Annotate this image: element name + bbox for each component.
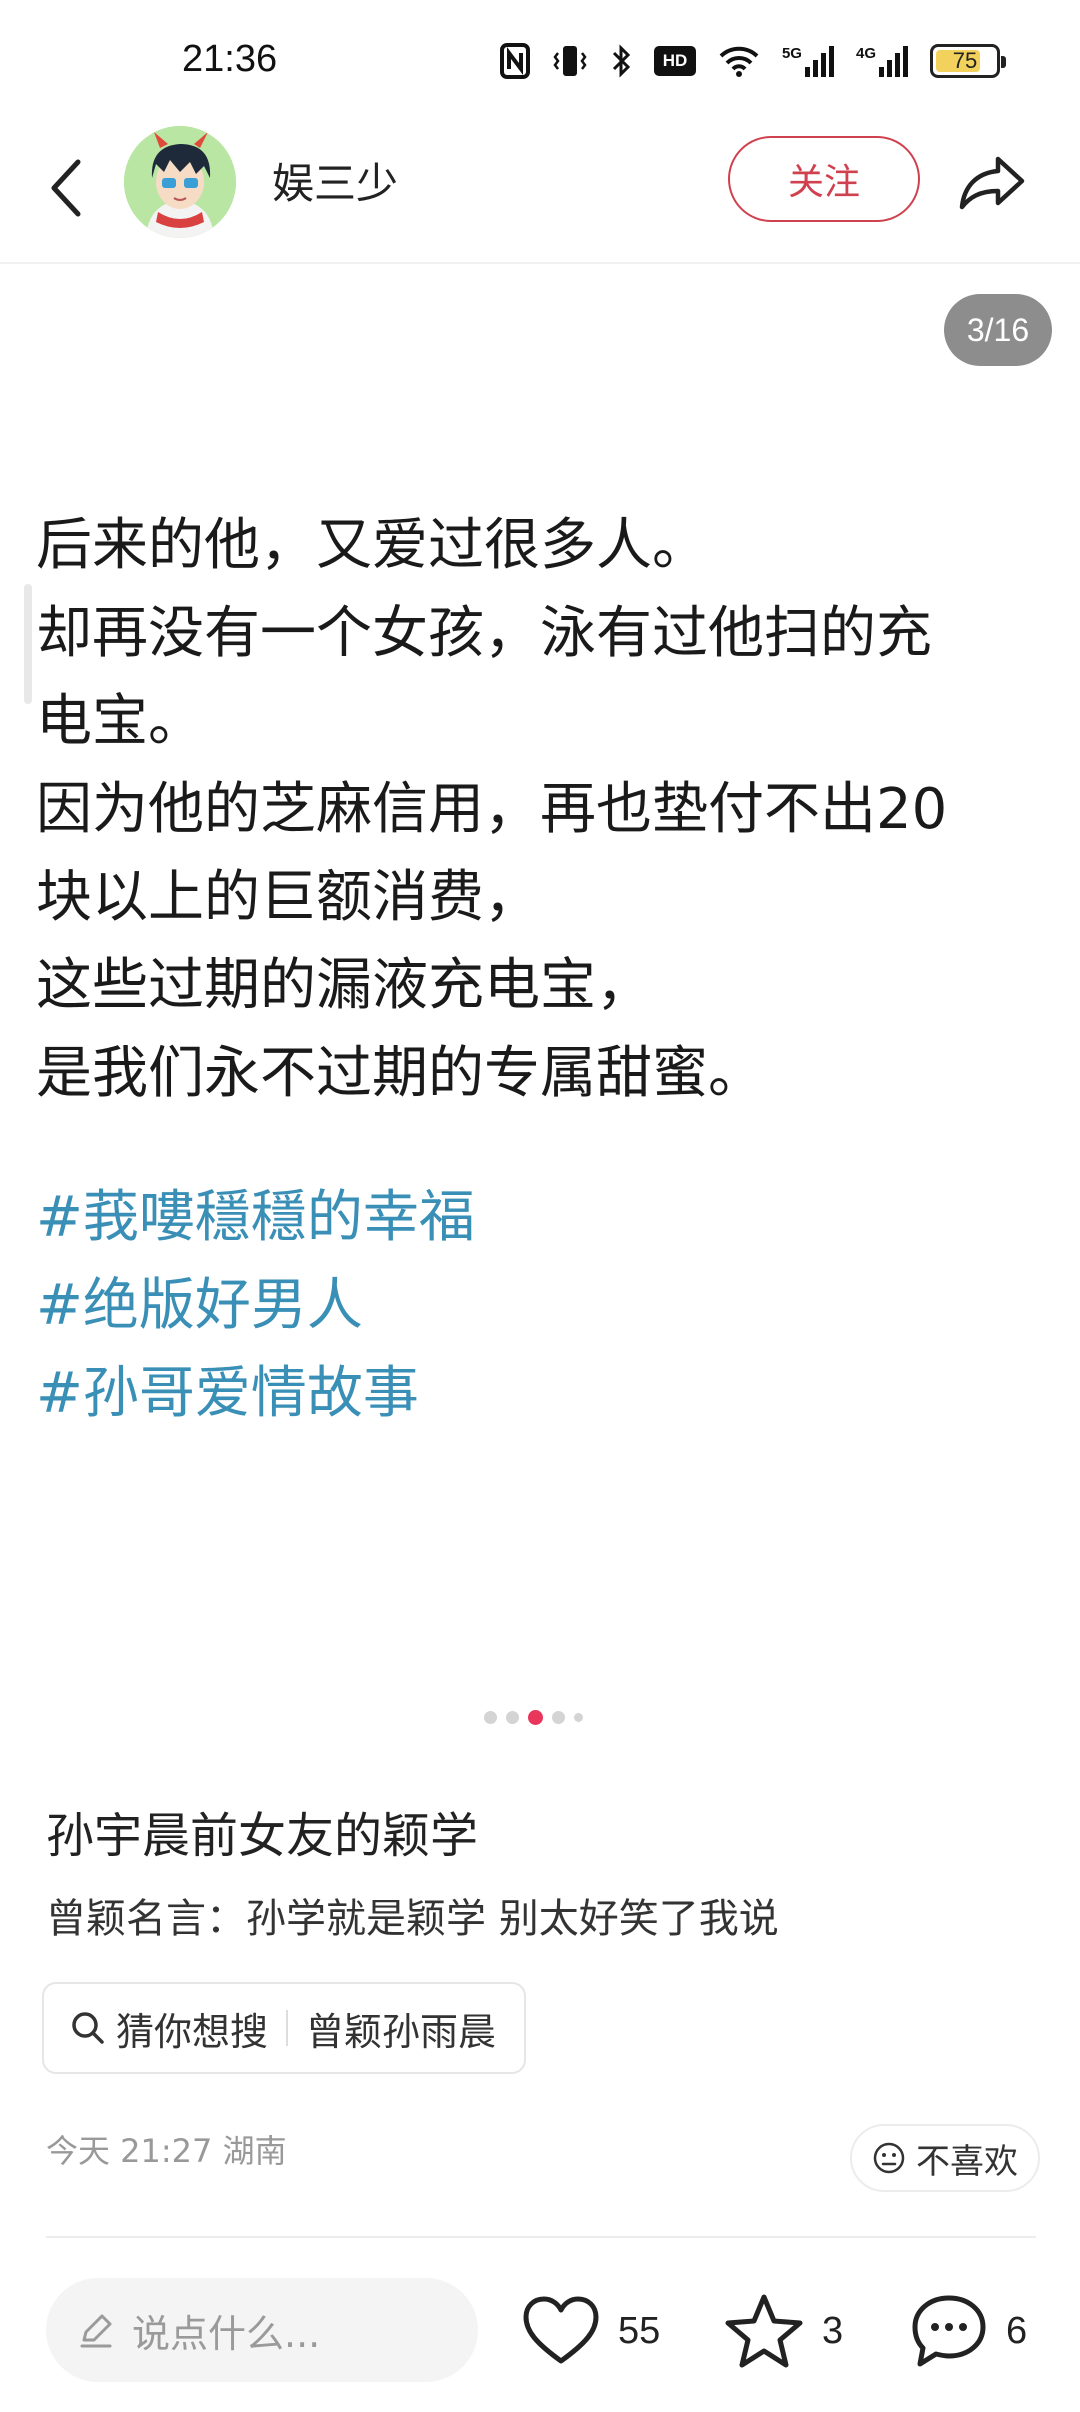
suggested-search-chip[interactable]: 猜你想搜 曾颖孙雨晨 <box>42 1982 527 2074</box>
vibrate-icon <box>552 43 588 79</box>
post-image-text: 后来的他，又爱过很多人。 却再没有一个女孩，泳有过他扫的充 电宝。 因为他的芝麻… <box>36 502 1046 1118</box>
back-button[interactable] <box>36 148 96 228</box>
like-button[interactable]: 55 <box>522 2286 660 2376</box>
text-line: 后来的他，又爱过很多人。 <box>36 513 708 578</box>
search-icon <box>72 2012 104 2044</box>
status-icons: HD 5G 4G 75 <box>499 40 1006 82</box>
post-title: 孙宇晨前女友的颖学 <box>46 1808 479 1864</box>
text-line: 因为他的芝麻信用，再也垫付不出20 <box>36 777 948 842</box>
chevron-left-icon <box>51 159 81 217</box>
previous-image-edge <box>24 584 32 704</box>
post-description: 曾颖名言：孙学就是颖学 别太好笑了我说 <box>46 1896 779 1942</box>
heart-icon <box>523 2296 599 2364</box>
hashtag: #绝版好男人 <box>36 1273 363 1338</box>
follow-button[interactable]: 关注 <box>728 136 920 222</box>
network-5g-label: 5G <box>781 45 802 62</box>
star-icon <box>725 2294 803 2368</box>
share-button[interactable] <box>952 142 1032 222</box>
neutral-face-icon <box>873 2142 905 2174</box>
battery-level: 75 <box>952 48 978 73</box>
signal-4g-icon: 4G <box>856 45 908 77</box>
carousel-indicator <box>484 1710 583 1725</box>
carousel-dot <box>484 1711 497 1724</box>
collect-button[interactable]: 3 <box>724 2286 843 2376</box>
chip-divider <box>286 2010 289 2046</box>
text-line: 是我们永不过期的专属甜蜜。 <box>36 1041 764 1106</box>
post-meta: 今天 21:27 湖南 <box>46 2132 287 2170</box>
post-header: 娱三少 关注 <box>0 120 1080 264</box>
hashtag: #孙哥爱情故事 <box>36 1361 419 1426</box>
hd-icon: HD <box>653 46 696 76</box>
battery-icon: 75 <box>930 44 1006 78</box>
dislike-button[interactable]: 不喜欢 <box>850 2124 1040 2192</box>
page-counter: 3/16 <box>944 294 1052 366</box>
network-4g-label: 4G <box>855 45 876 62</box>
comments-button[interactable]: 6 <box>910 2286 1027 2376</box>
status-bar: 21:36 HD 5G 4G 75 <box>0 0 1080 120</box>
username[interactable]: 娱三少 <box>272 150 398 211</box>
hashtag: #莪嘍穩穩的幸福 <box>36 1185 475 1250</box>
text-line: 电宝。 <box>36 689 204 754</box>
signal-5g-icon: 5G <box>782 45 834 77</box>
status-time: 21:36 <box>182 38 278 80</box>
dislike-label: 不喜欢 <box>916 2141 1018 2182</box>
comment-bubble-icon <box>912 2295 986 2367</box>
search-chip-label: 猜你想搜 <box>116 2009 269 2054</box>
text-line: 却再没有一个女孩，泳有过他扫的充 <box>36 601 932 666</box>
bluetooth-icon <box>610 43 632 79</box>
comment-placeholder: 说点什么... <box>132 2311 321 2356</box>
bottom-action-bar: 说点什么... 55 3 6 <box>0 2246 1080 2412</box>
text-line: 这些过期的漏液充电宝， <box>36 953 652 1018</box>
share-icon <box>959 156 1025 210</box>
carousel-dot-active <box>528 1710 543 1725</box>
carousel-dot <box>506 1711 519 1724</box>
avatar[interactable] <box>124 126 236 238</box>
avatar-illustration <box>124 126 236 238</box>
pencil-icon <box>80 2314 112 2348</box>
post-image[interactable]: 3/16 后来的他，又爱过很多人。 却再没有一个女孩，泳有过他扫的充 电宝。 因… <box>0 264 1080 1725</box>
comment-input[interactable]: 说点什么... <box>46 2278 478 2382</box>
text-line: 块以上的巨额消费， <box>36 865 540 930</box>
collect-count: 3 <box>822 2309 844 2352</box>
search-chip-query: 曾颖孙雨晨 <box>306 2009 497 2054</box>
hashtag-list: #莪嘍穩穩的幸福 #绝版好男人 #孙哥爱情故事 <box>36 1174 1036 1438</box>
carousel-dot <box>574 1713 583 1722</box>
comment-count: 6 <box>1006 2309 1028 2352</box>
like-count: 55 <box>618 2309 661 2352</box>
divider <box>46 2236 1036 2238</box>
carousel-dot <box>552 1711 565 1724</box>
wifi-icon <box>718 44 760 78</box>
nfc-icon <box>499 43 530 79</box>
hd-label: HD <box>662 51 688 70</box>
